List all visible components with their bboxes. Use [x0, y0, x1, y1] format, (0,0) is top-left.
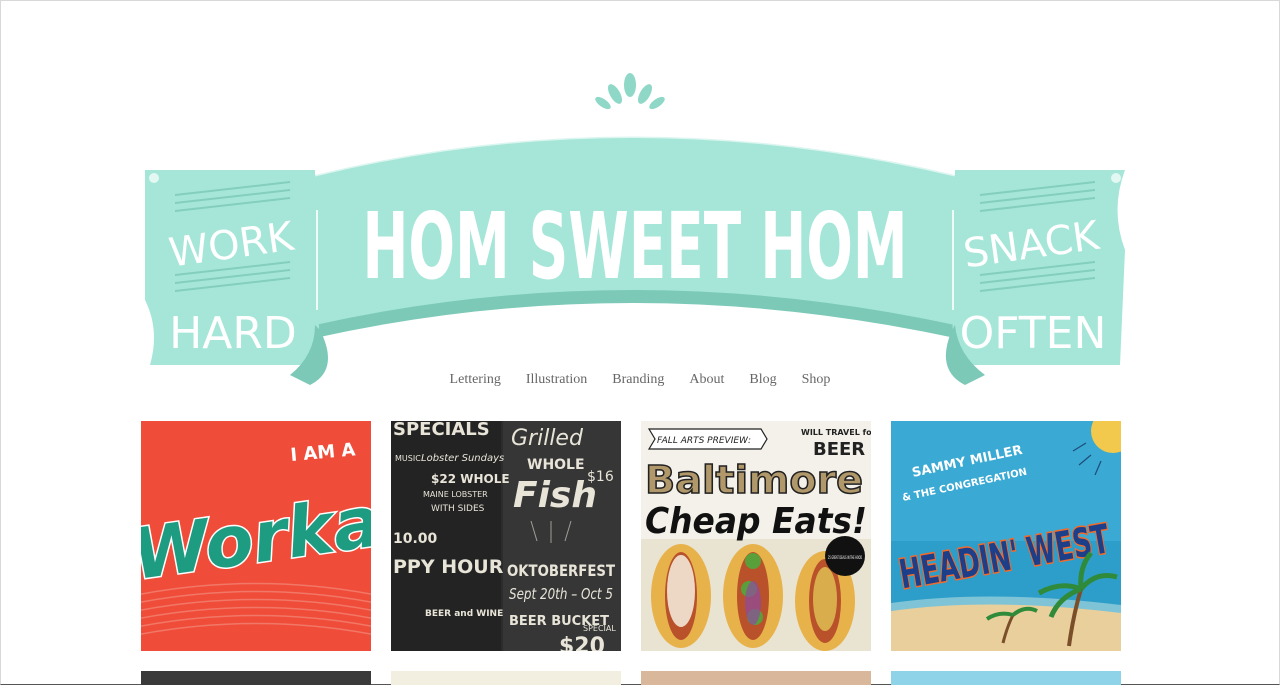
portfolio-tile-workaholic[interactable]: I AM A Workah — [141, 421, 371, 651]
workaholic-artwork: I AM A Workah — [141, 421, 371, 651]
portfolio-tile-row2-2[interactable] — [391, 671, 621, 685]
portfolio-tile-row2-4[interactable] — [891, 671, 1121, 685]
baltimore-kicker: FALL ARTS PREVIEW: — [657, 436, 751, 446]
chalk-oktoberfest: OKTOBERFEST — [507, 561, 615, 580]
baltimore-deals: 25 GREAT DEALS IN THE HOOD — [828, 555, 862, 560]
chalk-whole: WHOLE — [527, 457, 585, 473]
nav-shop[interactable]: Shop — [802, 372, 831, 388]
chalk-happy-hour: PPY HOUR — [393, 556, 504, 578]
chalkboard-artwork: SPECIALS MUSIC Lobster Sundays $22 WHOLE… — [391, 421, 621, 651]
portfolio-tile-row2-3[interactable] — [641, 671, 871, 685]
chalk-line-3: MAINE LOBSTER — [423, 490, 488, 499]
chalk-line-4: WITH SIDES — [431, 504, 485, 514]
chalk-special: SPECIAL — [583, 624, 616, 633]
chalk-line-5: 10.00 — [393, 531, 438, 547]
nav-branding[interactable]: Branding — [612, 372, 664, 388]
chalk-line-0: MUSIC — [395, 454, 421, 463]
banner-graphic: HOM SWEET HOM WORK HARD SNACK OFTEN — [145, 73, 1125, 385]
chalk-beer-wine: BEER and WINE — [425, 609, 503, 619]
portfolio-tile-headin-west[interactable]: SAMMY MILLER & THE CONGREGATION HEADIN' … — [891, 421, 1121, 651]
baltimore-city: Baltimore — [645, 458, 863, 502]
chalk-bucket-price: $20 — [559, 634, 605, 651]
nav-lettering[interactable]: Lettering — [450, 372, 501, 388]
chalk-fish: Fish — [513, 475, 597, 516]
headin-west-artwork: SAMMY MILLER & THE CONGREGATION HEADIN' … — [891, 421, 1121, 651]
crown-ornament-icon — [595, 73, 665, 110]
chalk-line-1: Lobster Sundays — [421, 453, 504, 464]
chalk-dates: Sept 20th – Oct 5 — [509, 585, 613, 603]
banner-title: HOM SWEET HOM — [363, 193, 908, 300]
baltimore-artwork: FALL ARTS PREVIEW: WILL TRAVEL for BEER … — [641, 421, 871, 651]
nav-blog[interactable]: Blog — [749, 372, 776, 388]
nav-illustration[interactable]: Illustration — [526, 372, 587, 388]
nav-about[interactable]: About — [689, 372, 724, 388]
main-navigation: Lettering Illustration Branding About Bl… — [0, 372, 1280, 388]
chalk-specials: SPECIALS — [393, 421, 490, 440]
hot-dogs-image — [651, 544, 855, 651]
portfolio-tile-baltimore[interactable]: FALL ARTS PREVIEW: WILL TRAVEL for BEER … — [641, 421, 871, 651]
portfolio-grid: I AM A Workah SPECIALS MUSIC Lobster Sun… — [141, 421, 1121, 685]
baltimore-beer: BEER — [813, 439, 865, 460]
chalk-fish-price: $16 — [587, 469, 614, 485]
chalk-grilled: Grilled — [511, 426, 584, 451]
baltimore-cheap: Cheap Eats! — [645, 501, 867, 542]
banner-right-bottom: OFTEN — [960, 308, 1107, 359]
banner-left-bottom: HARD — [169, 308, 297, 359]
portfolio-tile-row2-1[interactable] — [141, 671, 371, 685]
portfolio-tile-chalkboard[interactable]: SPECIALS MUSIC Lobster Sundays $22 WHOLE… — [391, 421, 621, 651]
baltimore-travel: WILL TRAVEL for — [801, 428, 871, 437]
site-logo-banner[interactable]: HOM SWEET HOM WORK HARD SNACK OFTEN — [140, 70, 1130, 400]
chalk-line-2: $22 WHOLE — [431, 472, 510, 486]
